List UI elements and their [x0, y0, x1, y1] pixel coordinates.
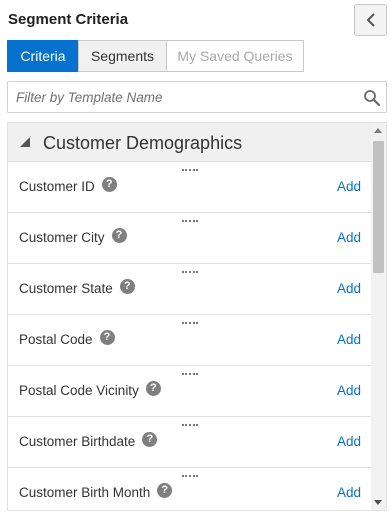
item-label: Customer State	[19, 281, 113, 296]
criteria-list: Customer Demographics Customer ID ? Add …	[7, 122, 387, 511]
help-icon[interactable]: ?	[111, 228, 127, 243]
add-link[interactable]: Add	[337, 434, 361, 449]
drag-handle-icon[interactable]	[182, 424, 198, 426]
drag-handle-icon[interactable]	[182, 322, 198, 324]
add-link[interactable]: Add	[337, 281, 361, 296]
panel-title: Segment Criteria	[8, 11, 129, 28]
item-label: Customer Birth Month	[19, 485, 151, 500]
triangle-expanded-icon[interactable]	[20, 137, 30, 147]
template-filter	[7, 81, 387, 113]
list-item: Postal Code Vicinity ? Add	[8, 366, 371, 417]
tab-criteria[interactable]: Criteria	[7, 40, 79, 72]
item-label: Customer Birthdate	[19, 434, 136, 449]
group-header-customer-demographics[interactable]: Customer Demographics	[8, 123, 371, 162]
tab-my-saved-queries: My Saved Queries	[166, 40, 304, 72]
collapse-panel-button[interactable]	[354, 4, 387, 36]
add-link[interactable]: Add	[337, 485, 361, 500]
drag-handle-icon[interactable]	[182, 271, 198, 273]
add-link[interactable]: Add	[337, 230, 361, 245]
chevron-left-icon	[366, 13, 375, 27]
help-icon[interactable]: ?	[157, 483, 173, 498]
tab-segments[interactable]: Segments	[78, 40, 167, 72]
list-item: Customer Birth Month ? Add	[8, 468, 371, 510]
item-label: Postal Code Vicinity	[19, 383, 139, 398]
panel-header: Segment Criteria	[0, 0, 392, 40]
drag-handle-icon[interactable]	[182, 220, 198, 222]
drag-handle-icon[interactable]	[182, 169, 198, 171]
template-filter-input[interactable]	[8, 82, 354, 112]
criteria-tabs: Criteria Segments My Saved Queries	[7, 40, 304, 72]
scroll-down-arrow-icon[interactable]	[374, 500, 382, 505]
item-label: Customer ID	[19, 179, 95, 194]
scroll-up-arrow-icon[interactable]	[374, 128, 382, 133]
help-icon[interactable]: ?	[99, 330, 115, 345]
add-link[interactable]: Add	[337, 332, 361, 347]
list-item: Postal Code ? Add	[8, 315, 371, 366]
list-item: Customer ID ? Add	[8, 162, 371, 213]
scrollbar-thumb[interactable]	[373, 141, 384, 273]
help-icon[interactable]: ?	[119, 279, 135, 294]
item-label: Customer City	[19, 230, 105, 245]
help-icon[interactable]: ?	[145, 381, 161, 396]
search-icon[interactable]	[363, 89, 381, 107]
add-link[interactable]: Add	[337, 179, 361, 194]
list-item: Customer Birthdate ? Add	[8, 417, 371, 468]
list-item: Customer State ? Add	[8, 264, 371, 315]
drag-handle-icon[interactable]	[182, 373, 198, 375]
help-icon[interactable]: ?	[101, 177, 117, 192]
list-scrollbar[interactable]	[371, 123, 386, 510]
help-icon[interactable]: ?	[142, 432, 158, 447]
list-item: Customer City ? Add	[8, 213, 371, 264]
drag-handle-icon[interactable]	[182, 475, 198, 477]
add-link[interactable]: Add	[337, 383, 361, 398]
group-title: Customer Demographics	[43, 133, 243, 153]
item-label: Postal Code	[19, 332, 93, 347]
